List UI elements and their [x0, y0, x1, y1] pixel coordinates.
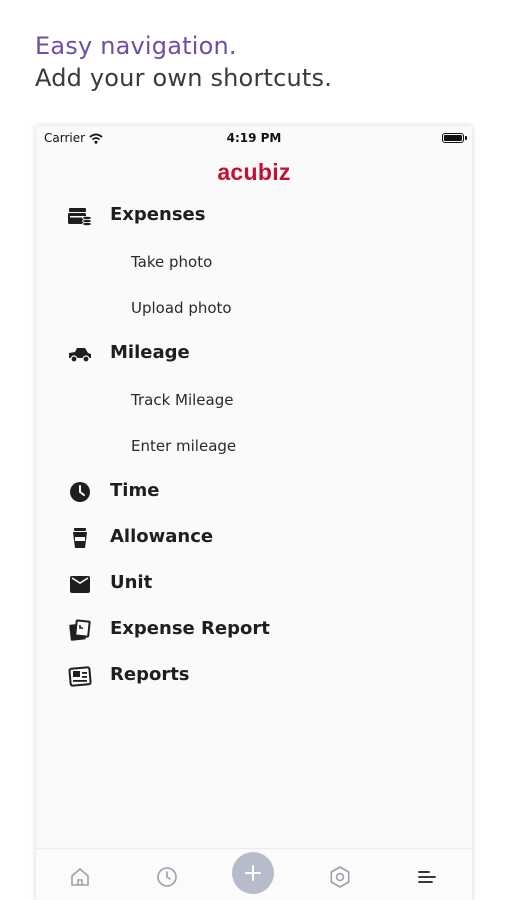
history-icon [157, 867, 177, 887]
status-bar: Carrier 4:19 PM [36, 126, 472, 150]
menu-item-label: Mileage [110, 342, 190, 363]
app-logo: acubiz [217, 159, 291, 185]
headline-line-2: Add your own shortcuts. [35, 64, 333, 92]
menu-subitem-label: Track Mileage [131, 391, 234, 409]
menu-item-label: Expense Report [110, 618, 270, 639]
cup-icon [73, 528, 87, 548]
home-icon [71, 868, 89, 886]
box-icon [70, 576, 90, 593]
menu-item-label: Expenses [110, 204, 206, 225]
menu-item-label: Allowance [110, 526, 214, 547]
clock-icon [70, 482, 90, 502]
add-icon [245, 865, 261, 881]
phone-screen: Carrier 4:19 PM acubiz Expenses Take pho… [36, 126, 472, 900]
menu-subitem-label: Take photo [131, 253, 213, 271]
report-icon [69, 619, 91, 641]
menu-item-label: Time [110, 480, 160, 501]
menu-subitem-label: Upload photo [131, 299, 232, 317]
settings-icon [330, 866, 350, 888]
tab-history[interactable] [147, 857, 187, 897]
menu-item-label: Reports [110, 664, 190, 685]
tab-settings[interactable] [320, 857, 360, 897]
status-time: 4:19 PM [226, 131, 282, 145]
tab-add[interactable] [232, 852, 274, 894]
menu-subitem-label: Enter mileage [131, 437, 237, 455]
tab-bar [36, 848, 472, 900]
car-icon [69, 348, 91, 363]
reports-icon [68, 666, 92, 687]
tab-home[interactable] [60, 857, 100, 897]
menu-icon [418, 871, 436, 883]
headline-line-1: Easy navigation. [35, 32, 237, 60]
marketing-headline: Easy navigation. Add your own shortcuts. [35, 30, 332, 94]
menu-item-label: Unit [110, 572, 153, 593]
tab-menu[interactable] [407, 857, 447, 897]
battery-icon [442, 133, 467, 143]
expenses-icon [68, 208, 92, 226]
